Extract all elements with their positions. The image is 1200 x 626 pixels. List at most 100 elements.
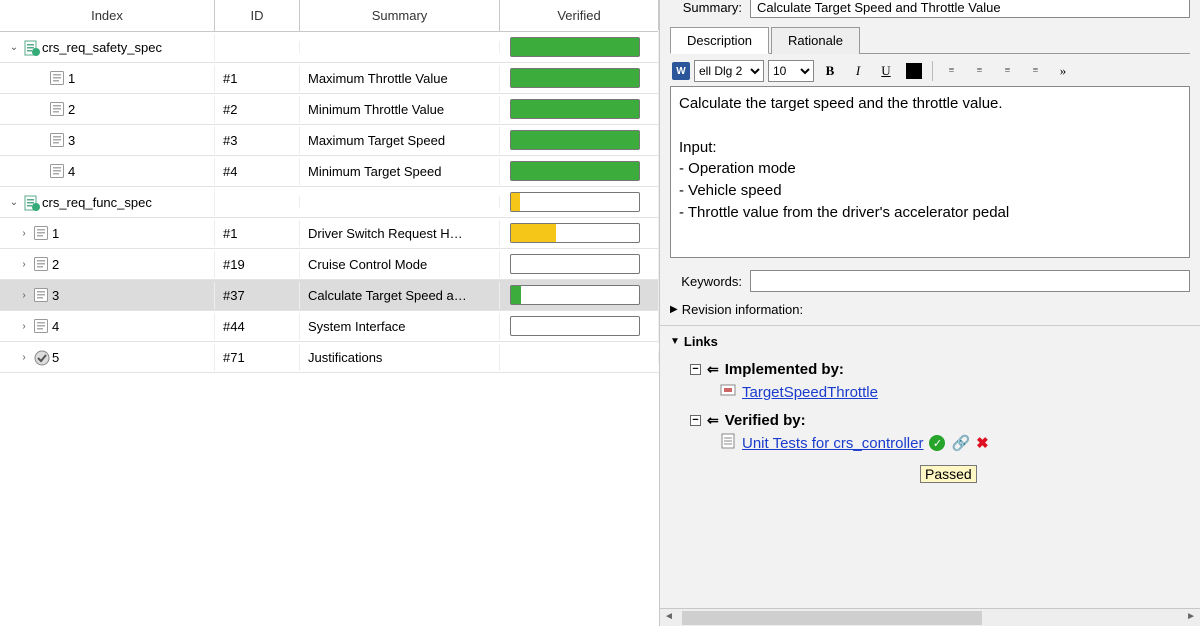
revision-info-toggle[interactable]: ▶ Revision information:	[670, 298, 1190, 321]
table-header: Index ID Summary Verified	[0, 0, 659, 32]
table-row[interactable]: 3 #3Maximum Target Speed	[0, 125, 659, 156]
description-editor[interactable]: Calculate the target speed and the throt…	[670, 86, 1190, 258]
row-summary: Minimum Target Speed	[300, 158, 500, 185]
link-item: Unit Tests for crs_controller ✓ 🔗 ✖ Pass…	[690, 429, 1190, 487]
group-name: crs_req_func_spec	[42, 195, 152, 210]
chevron-right-icon[interactable]: ›	[18, 352, 30, 363]
links-body: − ⇐ Implemented by: TargetSpeedThrottle …	[670, 353, 1190, 499]
table-row[interactable]: ›4#44System Interface	[0, 311, 659, 342]
table-row[interactable]: 1#1Maximum Throttle Value	[0, 63, 659, 94]
row-id: #19	[215, 251, 300, 278]
table-row[interactable]: 4 #4Minimum Target Speed	[0, 156, 659, 187]
row-summary: Maximum Throttle Value	[300, 65, 500, 92]
row-summary: Maximum Target Speed	[300, 127, 500, 154]
summary-label: Summary:	[670, 0, 742, 15]
chevron-down-icon: ▼	[670, 336, 680, 347]
requirement-icon	[34, 319, 48, 333]
bold-button[interactable]: B	[818, 60, 842, 82]
verified-progress	[510, 223, 640, 243]
italic-button[interactable]: I	[846, 60, 870, 82]
verified-progress	[510, 254, 640, 274]
verified-progress	[510, 130, 640, 150]
chevron-down-icon[interactable]: ⌄	[8, 42, 20, 53]
row-id: #4	[215, 158, 300, 185]
horizontal-scrollbar[interactable]	[660, 608, 1200, 626]
chevron-right-icon: ▶	[670, 304, 678, 315]
row-index: 3	[52, 288, 59, 303]
chevron-right-icon[interactable]: ›	[18, 321, 30, 332]
test-file-icon	[720, 433, 736, 453]
verified-by-heading: Verified by:	[725, 412, 806, 429]
requirements-tree-panel: Index ID Summary Verified ⌄ crs_req_safet…	[0, 0, 660, 626]
verified-by-group: − ⇐ Verified by: Unit Tests for crs_cont…	[690, 412, 1190, 487]
row-summary: Driver Switch Request H…	[300, 220, 500, 247]
tab-description[interactable]: Description	[670, 27, 769, 54]
verified-progress	[510, 316, 640, 336]
table-row[interactable]: 2#2Minimum Throttle Value	[0, 94, 659, 125]
row-index: 4	[52, 319, 59, 334]
revision-info-label: Revision information:	[682, 302, 803, 317]
links-toggle[interactable]: ▼ Links	[670, 330, 1190, 353]
links-label: Links	[684, 334, 718, 349]
align-justify-button[interactable]: ≡	[1023, 60, 1047, 82]
verified-progress	[510, 161, 640, 181]
chevron-right-icon[interactable]: ›	[18, 228, 30, 239]
tab-rationale[interactable]: Rationale	[771, 27, 860, 54]
col-header-summary[interactable]: Summary	[300, 0, 500, 31]
row-index: 4	[68, 164, 75, 179]
collapse-icon[interactable]: −	[690, 364, 701, 375]
toolbar-more-button[interactable]: »	[1051, 60, 1075, 82]
toolbar-divider	[932, 61, 933, 81]
collapse-icon[interactable]: −	[690, 415, 701, 426]
delete-link-icon[interactable]: ✖	[976, 434, 989, 452]
link-icon[interactable]: 🔗	[951, 434, 970, 452]
font-size-select[interactable]: 10	[768, 60, 814, 82]
requirement-icon	[34, 226, 48, 240]
summary-input[interactable]	[750, 0, 1190, 18]
underline-button[interactable]: U	[874, 60, 898, 82]
arrow-left-icon: ⇐	[707, 412, 719, 429]
align-left-button[interactable]: ≡	[939, 60, 963, 82]
font-color-button[interactable]	[902, 60, 926, 82]
font-select[interactable]: ell Dlg 2	[694, 60, 764, 82]
row-summary: Minimum Throttle Value	[300, 96, 500, 123]
row-id: #3	[215, 127, 300, 154]
verified-progress	[510, 37, 640, 57]
keywords-input[interactable]	[750, 270, 1190, 292]
requirement-icon	[34, 257, 48, 271]
verified-progress	[510, 285, 640, 305]
editor-toolbar: W ell Dlg 2 10 B I U ≡ ≡ ≡ ≡ »	[660, 54, 1200, 86]
requirement-icon	[50, 133, 64, 147]
word-icon[interactable]: W	[672, 62, 690, 80]
verified-progress	[510, 99, 640, 119]
justification-icon	[34, 350, 48, 364]
row-index: 3	[68, 133, 75, 148]
keywords-label: Keywords:	[670, 274, 742, 289]
chevron-down-icon[interactable]: ⌄	[8, 197, 20, 208]
spec-file-icon	[24, 195, 38, 209]
row-summary: System Interface	[300, 313, 500, 340]
verified-by-link[interactable]: Unit Tests for crs_controller	[742, 435, 923, 452]
group-name: crs_req_safety_spec	[42, 40, 162, 55]
table-group-row[interactable]: ⌄ crs_req_func_spec	[0, 187, 659, 218]
implemented-by-link[interactable]: TargetSpeedThrottle	[742, 384, 878, 401]
row-index: 5	[52, 350, 59, 365]
table-row[interactable]: ›3#37Calculate Target Speed a…	[0, 280, 659, 311]
row-id: #37	[215, 282, 300, 309]
row-summary: Justifications	[300, 344, 500, 371]
row-id: #1	[215, 65, 300, 92]
requirement-icon	[50, 102, 64, 116]
col-header-id[interactable]: ID	[215, 0, 300, 31]
table-row[interactable]: ›5#71Justifications	[0, 342, 659, 373]
align-center-button[interactable]: ≡	[967, 60, 991, 82]
table-group-row[interactable]: ⌄ crs_req_safety_spec	[0, 32, 659, 63]
col-header-index[interactable]: Index	[0, 0, 215, 31]
status-badge: Passed	[920, 465, 977, 483]
align-right-button[interactable]: ≡	[995, 60, 1019, 82]
chevron-right-icon[interactable]: ›	[18, 259, 30, 270]
col-header-verified[interactable]: Verified	[500, 0, 659, 31]
chevron-right-icon[interactable]: ›	[18, 290, 30, 301]
table-row[interactable]: ›2#19Cruise Control Mode	[0, 249, 659, 280]
table-row[interactable]: ›1#1Driver Switch Request H…	[0, 218, 659, 249]
verified-progress	[510, 192, 640, 212]
